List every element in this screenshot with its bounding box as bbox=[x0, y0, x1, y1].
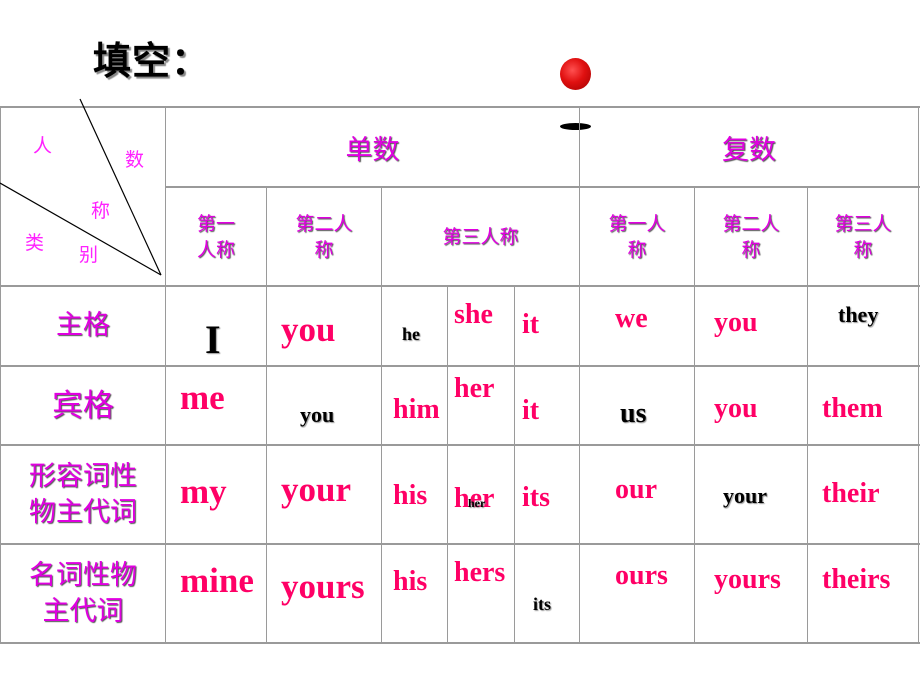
cell-subjective-i: I bbox=[205, 317, 221, 362]
row-label-subjective: 主格 bbox=[1, 287, 165, 365]
row-label-adjective-possessive: 形容词性 物主代词 bbox=[1, 446, 165, 543]
column-header-sg-third: 第三人称 bbox=[382, 188, 579, 285]
cell-adjpos-your-plural: your bbox=[723, 483, 767, 508]
cell-nounpos-its: its bbox=[533, 594, 551, 614]
cell-subjective-it: it bbox=[522, 309, 540, 340]
corner-label-ren: 人 bbox=[33, 135, 53, 157]
corner-label-cheng: 称 bbox=[91, 200, 111, 222]
row-label-text: 物主代词 bbox=[29, 496, 137, 528]
column-header-sg-second: 第二人 称 bbox=[267, 188, 381, 285]
cell-objective-them: them bbox=[822, 393, 883, 424]
cell-subjective-she: she bbox=[454, 299, 493, 330]
column-header-line: 第二人 bbox=[295, 212, 353, 235]
cell-objective-us: us bbox=[620, 398, 647, 429]
column-header-line: 第三人 bbox=[834, 212, 892, 235]
grid-line bbox=[514, 285, 515, 643]
column-header-pl-third: 第三人 称 bbox=[808, 188, 918, 285]
cell-nounpos-mine: mine bbox=[180, 561, 254, 600]
cell-subjective-he: he bbox=[402, 324, 420, 344]
corner-label-bie: 别 bbox=[79, 244, 99, 266]
row-label-text: 主格 bbox=[56, 310, 110, 341]
column-header-line: 人称 bbox=[196, 238, 235, 261]
cell-subjective-they: they bbox=[838, 302, 879, 327]
grid-line bbox=[579, 106, 580, 643]
cell-nounpos-yours: yours bbox=[281, 567, 365, 606]
column-header-line: 第三人称 bbox=[442, 225, 519, 248]
row-label-objective: 宾格 bbox=[1, 367, 165, 444]
grid-line bbox=[918, 106, 919, 643]
cell-subjective-we: we bbox=[615, 303, 648, 334]
cell-objective-it: it bbox=[522, 395, 540, 426]
cell-adjpos-his: his bbox=[393, 480, 428, 511]
row-label-text: 宾格 bbox=[52, 387, 114, 424]
column-header-line: 第一 bbox=[196, 212, 235, 235]
corner-label-shu: 数 bbox=[125, 149, 145, 171]
cell-objective-her: her bbox=[454, 373, 495, 404]
cell-subjective-you: you bbox=[281, 310, 336, 349]
cell-adjpos-its: its bbox=[522, 482, 550, 513]
page-title: 填空： bbox=[93, 39, 211, 83]
column-header-line: 称 bbox=[627, 238, 647, 261]
grid-line bbox=[0, 642, 920, 644]
group-header-plural: 复数 bbox=[722, 134, 776, 166]
corner-label-lei: 类 bbox=[25, 232, 45, 254]
cell-adjpos-your: your bbox=[281, 470, 351, 509]
cell-objective-you: you bbox=[300, 402, 335, 427]
cell-objective-you-plural: you bbox=[714, 393, 758, 424]
column-header-line: 第一人 bbox=[608, 212, 666, 235]
cell-nounpos-his: his bbox=[393, 566, 428, 597]
cell-adjpos-their: their bbox=[822, 478, 880, 509]
column-header-line: 称 bbox=[853, 238, 873, 261]
column-header-line: 称 bbox=[741, 238, 761, 261]
grid-line bbox=[447, 285, 448, 643]
cell-objective-him: him bbox=[393, 394, 440, 425]
row-label-text: 形容词性 bbox=[29, 460, 137, 492]
cell-adjpos-my: my bbox=[180, 472, 227, 511]
cell-nounpos-yours-plural: yours bbox=[714, 564, 781, 595]
cell-objective-me: me bbox=[180, 378, 225, 417]
row-label-noun-possessive: 名词性物 主代词 bbox=[1, 545, 165, 642]
column-header-pl-first: 第一人 称 bbox=[580, 188, 694, 285]
row-label-text: 主代词 bbox=[42, 595, 124, 627]
cell-nounpos-hers: hers bbox=[454, 557, 506, 588]
row-label-text: 名词性物 bbox=[29, 559, 137, 591]
column-header-line: 称 bbox=[314, 238, 334, 261]
cell-nounpos-ours: ours bbox=[615, 560, 668, 591]
column-header-line: 第二人 bbox=[722, 212, 780, 235]
cell-adjpos-our: our bbox=[615, 474, 657, 505]
column-header-pl-second: 第二人 称 bbox=[695, 188, 807, 285]
column-header-sg-first: 第一 人称 bbox=[166, 188, 266, 285]
cell-nounpos-theirs: theirs bbox=[822, 564, 891, 595]
group-header-singular: 单数 bbox=[345, 134, 400, 166]
cell-subjective-you-plural: you bbox=[714, 307, 758, 338]
red-ball-icon bbox=[560, 58, 591, 90]
cell-adjpos-her-overlay: her bbox=[468, 496, 486, 510]
